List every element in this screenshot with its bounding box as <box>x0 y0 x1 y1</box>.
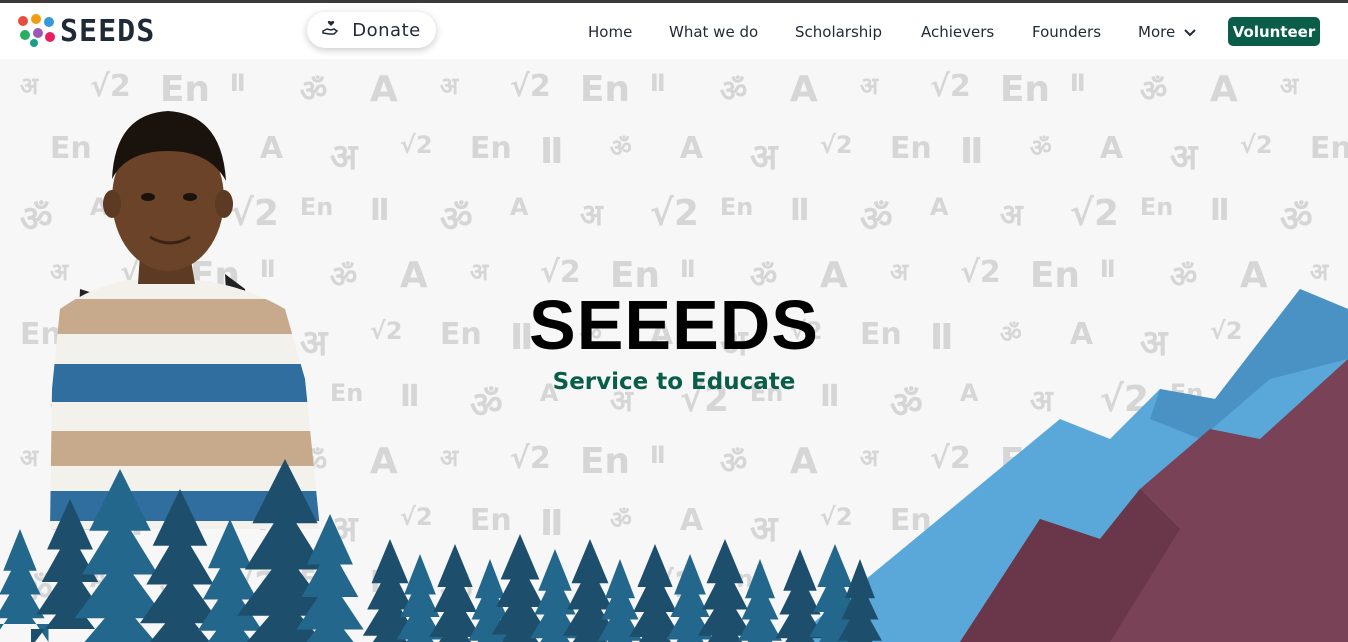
nav-home[interactable]: Home <box>588 19 632 45</box>
logo-mark-icon <box>18 14 56 48</box>
pine-tree <box>0 529 49 642</box>
nav-founders[interactable]: Founders <box>1032 19 1101 45</box>
hero-section: अ√2EnⅡॐAअ√2EnⅡॐAअ√2EnⅡॐAअEnⅡॐAअ√2EnⅡॐAअ√… <box>0 59 1348 642</box>
site-header: SEEDS Donate Home What we do Scholarship… <box>0 3 1348 59</box>
hero-title: SEEEDS <box>529 286 819 364</box>
nav-more[interactable]: More <box>1138 19 1196 45</box>
donate-label: Donate <box>352 19 421 41</box>
chevron-down-icon <box>1184 28 1196 36</box>
logo-text: SEEDS <box>60 13 156 49</box>
nav-what-we-do[interactable]: What we do <box>669 19 758 45</box>
nav-achievers[interactable]: Achievers <box>921 19 994 45</box>
volunteer-button[interactable]: Volunteer <box>1228 17 1320 46</box>
hero-subtitle: Service to Educate <box>552 369 796 395</box>
nav-more-label: More <box>1138 23 1176 41</box>
logo[interactable]: SEEDS <box>18 13 155 49</box>
hand-heart-icon <box>322 20 340 40</box>
nav-scholarship[interactable]: Scholarship <box>795 19 882 45</box>
donate-button[interactable]: Donate <box>307 12 436 48</box>
